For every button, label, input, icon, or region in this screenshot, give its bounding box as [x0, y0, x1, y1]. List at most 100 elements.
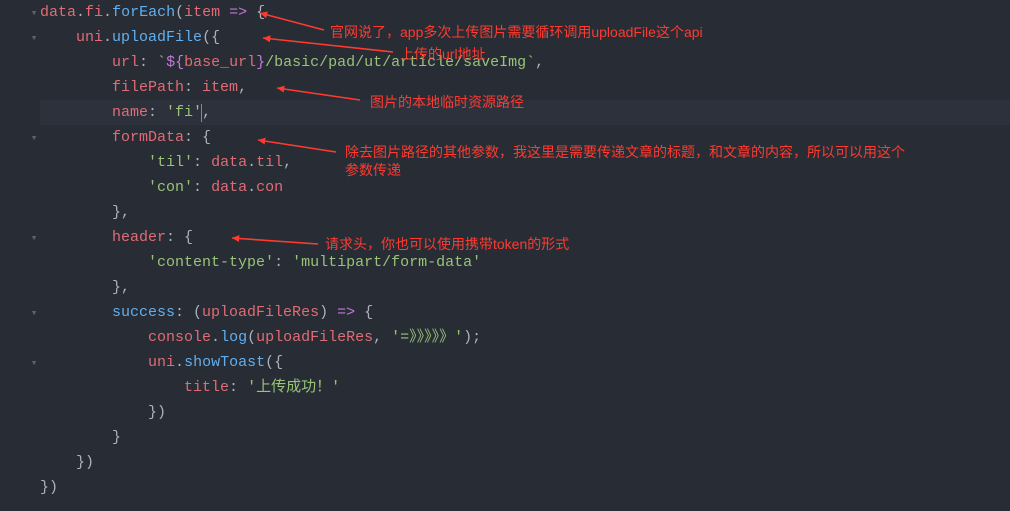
- code-line[interactable]: },: [40, 200, 130, 225]
- code-token: uploadFile: [112, 29, 202, 46]
- code-token: [220, 4, 229, 21]
- code-token: item: [202, 79, 238, 96]
- code-token: ${: [166, 54, 184, 71]
- code-token: 'til': [148, 154, 193, 171]
- code-token: {: [247, 4, 265, 21]
- code-token: log: [220, 329, 247, 346]
- code-token: },: [40, 279, 130, 296]
- annotation-arrow-icon: [224, 230, 326, 252]
- code-token: }: [256, 54, 265, 71]
- code-token: ,: [373, 329, 391, 346]
- code-token: [40, 29, 76, 46]
- code-token: .: [175, 354, 184, 371]
- code-line[interactable]: uni.uploadFile({: [40, 25, 220, 50]
- code-token: [40, 129, 112, 146]
- code-token: },: [40, 204, 130, 221]
- code-token: console: [148, 329, 211, 346]
- code-line[interactable]: 'til': data.til,: [40, 150, 292, 175]
- code-token: fi: [85, 4, 103, 21]
- code-token: '=》》》》》': [391, 329, 463, 346]
- code-token: ,: [283, 154, 292, 171]
- code-line[interactable]: },: [40, 275, 130, 300]
- code-token: data: [40, 4, 76, 21]
- code-token: ,: [238, 79, 247, 96]
- code-token: data: [211, 154, 247, 171]
- code-token: (: [175, 4, 184, 21]
- code-token: [40, 254, 148, 271]
- code-token: 'con': [148, 179, 193, 196]
- code-token: :: [229, 379, 247, 396]
- code-token: {: [355, 304, 373, 321]
- code-token: [40, 379, 184, 396]
- code-token: uploadFileRes: [202, 304, 319, 321]
- code-line[interactable]: 'con': data.con: [40, 175, 283, 200]
- code-token: }): [40, 479, 58, 496]
- code-line[interactable]: }): [40, 400, 166, 425]
- code-line[interactable]: }: [40, 425, 121, 450]
- code-token: =>: [337, 304, 355, 321]
- code-line[interactable]: success: (uploadFileRes) => {: [40, 300, 373, 325]
- code-token: uploadFileRes: [256, 329, 373, 346]
- code-token: 'fi': [166, 104, 202, 121]
- code-token: data: [211, 179, 247, 196]
- code-token: ({: [265, 354, 283, 371]
- code-token: [40, 229, 112, 246]
- code-token: .: [247, 179, 256, 196]
- code-token: [40, 304, 112, 321]
- code-token: .: [103, 4, 112, 21]
- code-line[interactable]: data.fi.forEach(item => {: [40, 0, 265, 25]
- code-token: forEach: [112, 4, 175, 21]
- code-token: : (: [175, 304, 202, 321]
- fold-chevron-icon[interactable]: ▾: [28, 356, 40, 370]
- code-token: : {: [166, 229, 193, 246]
- code-token: :: [193, 154, 211, 171]
- code-line[interactable]: console.log(uploadFileRes, '=》》》》》');: [40, 325, 481, 350]
- fold-column: ▾ ▾ ▾ ▾ ▾ ▾: [28, 0, 40, 511]
- code-token: [40, 54, 112, 71]
- code-token: :: [148, 104, 166, 121]
- fold-chevron-icon[interactable]: ▾: [28, 131, 40, 145]
- code-token: .: [211, 329, 220, 346]
- code-line[interactable]: title: '上传成功！': [40, 375, 340, 400]
- code-line[interactable]: 'content-type': 'multipart/form-data': [40, 250, 481, 275]
- code-line[interactable]: uni.showToast({: [40, 350, 283, 375]
- code-token: uni: [148, 354, 175, 371]
- code-token: 'multipart/form-data': [292, 254, 481, 271]
- code-line[interactable]: filePath: item,: [40, 75, 247, 100]
- code-token: formData: [112, 129, 184, 146]
- code-token: (: [247, 329, 256, 346]
- code-token: ): [319, 304, 337, 321]
- code-token: .: [76, 4, 85, 21]
- annotation-text: 官网说了，app多次上传图片需要循环调用uploadFile这个api: [330, 23, 703, 41]
- code-editor[interactable]: ▾▾▾▾▾▾ data.fi.forEach(item => { uni.upl…: [0, 0, 1010, 511]
- fold-chevron-icon[interactable]: ▾: [28, 6, 40, 20]
- code-token: header: [112, 229, 166, 246]
- code-token: =>: [229, 4, 247, 21]
- gutter: [0, 0, 28, 511]
- code-token: );: [463, 329, 481, 346]
- code-token: [40, 154, 148, 171]
- code-token: :: [184, 79, 202, 96]
- fold-chevron-icon[interactable]: ▾: [28, 231, 40, 245]
- code-token: .: [103, 29, 112, 46]
- code-line[interactable]: name: 'fi',: [40, 100, 211, 125]
- text-cursor: [201, 104, 202, 122]
- code-token: url: [112, 54, 139, 71]
- code-token: success: [112, 304, 175, 321]
- code-line[interactable]: }): [40, 475, 58, 500]
- code-token: 'content-type': [148, 254, 274, 271]
- code-token: : {: [184, 129, 211, 146]
- code-token: con: [256, 179, 283, 196]
- code-line[interactable]: }): [40, 450, 94, 475]
- code-token: showToast: [184, 354, 265, 371]
- code-token: uni: [76, 29, 103, 46]
- code-token: .: [247, 154, 256, 171]
- code-line[interactable]: header: {: [40, 225, 193, 250]
- code-token: }): [40, 404, 166, 421]
- fold-chevron-icon[interactable]: ▾: [28, 306, 40, 320]
- code-token: [40, 329, 148, 346]
- code-line[interactable]: formData: {: [40, 125, 211, 150]
- code-token: :: [274, 254, 292, 271]
- code-token: :: [139, 54, 157, 71]
- fold-chevron-icon[interactable]: ▾: [28, 31, 40, 45]
